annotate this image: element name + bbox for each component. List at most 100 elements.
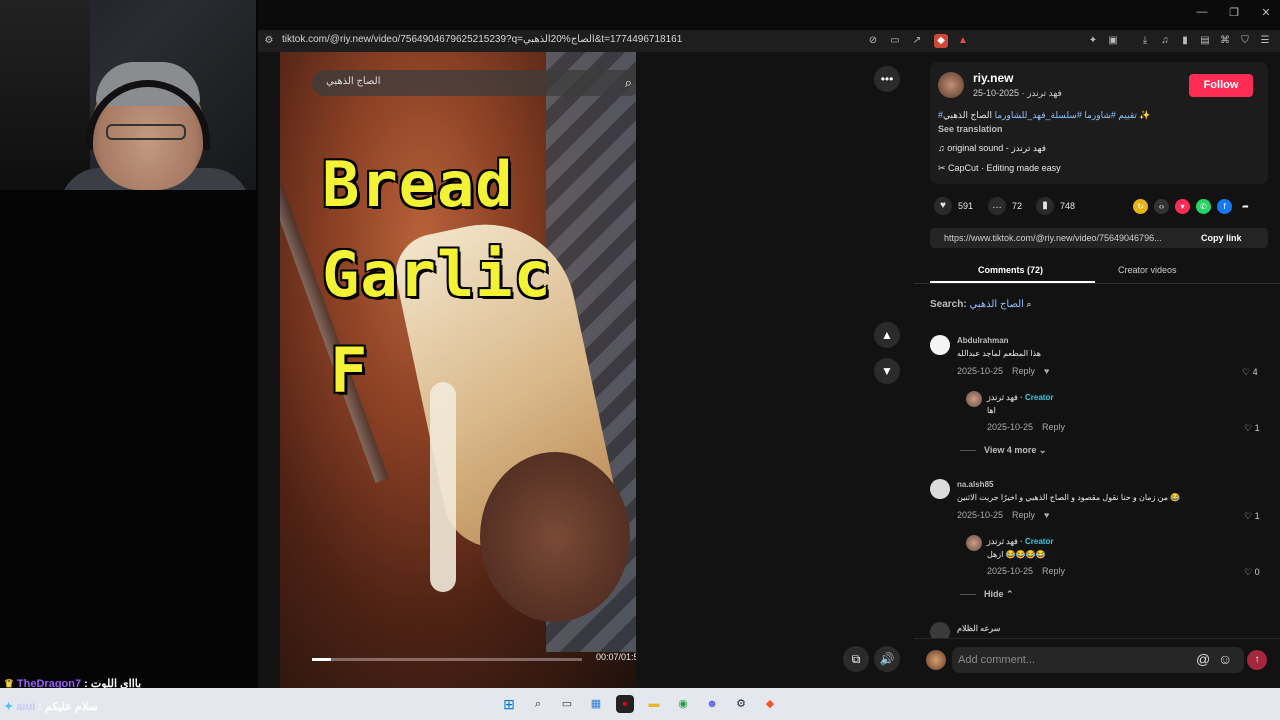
see-translation-link[interactable]: See translation (938, 124, 1003, 134)
reply-button[interactable]: Reply (1012, 366, 1035, 376)
chrome-icon[interactable]: ◉ (674, 695, 692, 713)
screenshot-icon[interactable]: ▭ (888, 34, 902, 48)
rewards-icon[interactable]: ▲ (956, 34, 970, 48)
commenter-name[interactable]: na.alsh85 (957, 480, 993, 489)
sound-row[interactable]: ♫ original sound - فهد ترندز (938, 143, 1046, 154)
previous-video-button[interactable]: ▲ (874, 322, 900, 348)
hide-label[interactable]: Hide (984, 589, 1004, 599)
share-icon[interactable]: ↗ (910, 34, 924, 48)
bookmark-icon[interactable]: ⌘ (1218, 34, 1232, 48)
reply-likes[interactable]: ♡ 0 (1244, 567, 1260, 578)
comment-icon[interactable]: … (988, 197, 1006, 215)
vpn-icon[interactable]: ⛉ (1238, 34, 1252, 48)
heart-icon[interactable]: ♥ (934, 197, 952, 215)
next-video-button[interactable]: ▼ (874, 358, 900, 384)
site-settings-icon[interactable]: ⚙ (262, 34, 276, 48)
search-term-link[interactable]: الصاج الذهبي (969, 299, 1023, 310)
reply-button[interactable]: Reply (1042, 566, 1065, 576)
comment-input[interactable]: Add comment... @ ☺ (952, 647, 1244, 673)
reply-avatar[interactable] (966, 535, 982, 551)
tab-comments[interactable]: Comments (72) (978, 265, 1043, 275)
volume-icon[interactable]: 🔊 (874, 646, 900, 672)
send-icon[interactable]: ▾ (1175, 199, 1190, 214)
comment-input-placeholder[interactable]: Add comment... (958, 654, 1035, 666)
windows-start-icon[interactable]: ⊞ (500, 695, 518, 713)
extensions-icon[interactable]: ✦ (1086, 34, 1100, 48)
pip-icon[interactable]: ⧉ (843, 646, 869, 672)
video-player[interactable]: Bread Garlic F الصاج الذهبي ⌕ 00:07/01:5… (280, 52, 636, 688)
reply-author-name[interactable]: فهد ترندز (987, 537, 1018, 546)
comment-stat[interactable]: … 72 (988, 197, 1022, 215)
widgets-icon[interactable]: ▦ (587, 695, 605, 713)
close-button[interactable]: ✕ (1256, 6, 1276, 22)
bookmark-icon[interactable]: ▮ (1036, 197, 1054, 215)
hand (480, 452, 630, 622)
comment-likes[interactable]: ♡ 4 (1242, 367, 1258, 378)
post-comment-button[interactable]: ↑ (1247, 650, 1267, 670)
capcut-text[interactable]: CapCut · Editing made easy (948, 163, 1061, 173)
more-options-icon[interactable]: ••• (874, 66, 900, 92)
url-text[interactable]: tiktok.com/@riy.new/video/75649046796252… (282, 34, 682, 45)
creator-avatar[interactable] (938, 72, 964, 98)
view-more-label[interactable]: View 4 more (984, 445, 1036, 455)
task-view-icon[interactable]: ▭ (558, 695, 576, 713)
minimize-button[interactable]: — (1192, 6, 1212, 22)
user-avatar[interactable] (926, 650, 946, 670)
sound-name[interactable]: original sound - فهد ترندز (947, 143, 1046, 153)
app-icon[interactable]: ● (616, 695, 634, 713)
reply-author-name[interactable]: فهد ترندز (987, 393, 1018, 402)
creator-username[interactable]: riy.new (973, 71, 1013, 85)
hide-replies-button[interactable]: Hide ⌃ (960, 589, 1014, 600)
comment-likes[interactable]: ♡ 1 (1244, 511, 1260, 522)
tab-creator-videos[interactable]: Creator videos (1118, 265, 1177, 275)
embed-icon[interactable]: ‹› (1154, 199, 1169, 214)
search-icon[interactable]: ⌕ (625, 75, 632, 91)
brave-shield-icon[interactable]: ◆ (934, 34, 948, 48)
discord-icon[interactable]: ☻ (703, 695, 721, 713)
reply-avatar[interactable] (966, 391, 982, 407)
reply-button[interactable]: Reply (1042, 422, 1065, 432)
sidebar-icon[interactable]: ▮ (1178, 34, 1192, 48)
video-search-text[interactable]: الصاج الذهبي (326, 76, 380, 87)
address-bar[interactable]: ⚙ tiktok.com/@riy.new/video/756490467962… (258, 30, 1280, 52)
commenter-avatar[interactable] (930, 335, 950, 355)
mention-icon[interactable]: @ (1196, 651, 1210, 667)
capcut-row[interactable]: ✂ CapCut · Editing made easy (938, 163, 1061, 174)
reply-button[interactable]: Reply (1012, 510, 1035, 520)
save-stat[interactable]: ▮ 748 (1036, 197, 1075, 215)
comment-like-count: 1 (1254, 511, 1260, 521)
whatsapp-icon[interactable]: ✆ (1196, 199, 1211, 214)
reply-author[interactable]: فهد ترندز · Creator (987, 393, 1053, 402)
share-arrow-icon[interactable]: ➦ (1238, 199, 1253, 214)
overlay-word-garlic: Garlic (322, 238, 552, 311)
creator-display-name[interactable]: فهد ترندز (1027, 88, 1062, 98)
commenter-name[interactable]: Abdulrahman (957, 336, 1009, 345)
download-icon[interactable]: ⤓ (1138, 34, 1152, 48)
reply-author[interactable]: فهد ترندز · Creator (987, 537, 1053, 546)
comment-count: 72 (1012, 201, 1023, 211)
file-explorer-icon[interactable]: ▬ (645, 695, 663, 713)
wallet-icon[interactable]: ▤ (1198, 34, 1212, 48)
brave-icon[interactable]: ◆ (761, 695, 779, 713)
commenter-avatar[interactable] (930, 479, 950, 499)
search-icon[interactable]: ⌕ (529, 695, 547, 713)
like-stat[interactable]: ♥ 591 (934, 197, 973, 215)
repost-icon[interactable]: ↻ (1133, 199, 1148, 214)
progress-bar[interactable] (312, 658, 582, 661)
emoji-icon[interactable]: ☺ (1218, 651, 1232, 667)
tabs-icon[interactable]: ▣ (1106, 34, 1120, 48)
video-search-bar[interactable]: الصاج الذهبي ⌕ (312, 70, 636, 96)
menu-icon[interactable]: ☰ (1258, 34, 1272, 48)
maximize-button[interactable]: ❐ (1224, 6, 1244, 22)
facebook-icon[interactable]: f (1217, 199, 1232, 214)
commenter-name[interactable]: سرعه الظلام (957, 624, 1000, 633)
reply-likes[interactable]: ♡ 1 (1244, 423, 1260, 434)
video-area: Bread Garlic F الصاج الذهبي ⌕ 00:07/01:5… (258, 52, 914, 688)
no-cast-icon[interactable]: ⊘ (866, 34, 880, 48)
music-icon[interactable]: ♫ (1158, 34, 1172, 48)
steam-icon[interactable]: ⚙ (732, 695, 750, 713)
follow-button[interactable]: Follow (1189, 74, 1253, 97)
share-link-text[interactable]: https://www.tiktok.com/@riy.new/video/75… (944, 233, 1162, 243)
view-more-replies-button[interactable]: View 4 more ⌄ (960, 445, 1046, 456)
copy-link-button[interactable]: Copy link (1201, 233, 1242, 243)
